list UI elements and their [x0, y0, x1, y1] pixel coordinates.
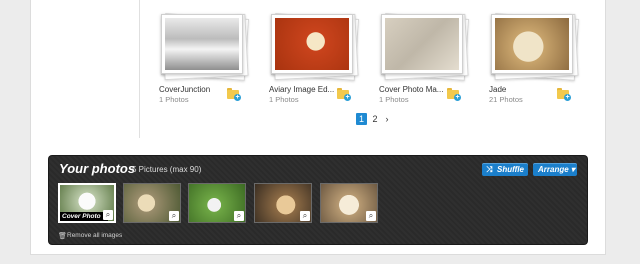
- photo-thumbnail[interactable]: ⌕: [188, 183, 246, 223]
- album-card[interactable]: Jade 21 Photos +: [489, 0, 595, 110]
- album-photo: [275, 18, 349, 70]
- shuffle-label: Shuffle: [497, 165, 524, 174]
- magnify-icon[interactable]: ⌕: [103, 210, 113, 220]
- album-count: 1 Photos: [159, 95, 189, 104]
- album-count: 21 Photos: [489, 95, 523, 104]
- add-to-folder-icon[interactable]: +: [227, 88, 241, 101]
- photo-thumbnail[interactable]: ⌕: [123, 183, 181, 223]
- picture-count: 5 Pictures (max 90): [132, 165, 202, 174]
- album-thumbnail[interactable]: [379, 12, 470, 81]
- page-1-button[interactable]: 1: [356, 113, 367, 125]
- album-name[interactable]: Jade: [489, 85, 506, 94]
- album-thumbnail[interactable]: [159, 12, 250, 81]
- your-photos-panel: Your photos 5 Pictures (max 90) ⤨ Shuffl…: [48, 155, 588, 245]
- album-photo: [165, 18, 239, 70]
- magnify-icon[interactable]: ⌕: [234, 211, 244, 221]
- trash-icon: 🗑: [58, 233, 67, 240]
- photo-thumbnail[interactable]: ⌕: [320, 183, 378, 223]
- add-to-folder-icon[interactable]: +: [447, 88, 461, 101]
- album-count: 1 Photos: [269, 95, 299, 104]
- album-card[interactable]: CoverJunction 1 Photos +: [159, 0, 265, 110]
- add-to-folder-icon[interactable]: +: [337, 88, 351, 101]
- arrange-label: Arrange ▾: [538, 165, 575, 174]
- album-thumbnail[interactable]: [269, 12, 360, 81]
- album-thumbnail[interactable]: [489, 12, 580, 81]
- shuffle-icon: ⤨: [486, 165, 493, 174]
- album-photo: [385, 18, 459, 70]
- cover-photo-label: Cover Photo: [60, 212, 108, 221]
- album-name[interactable]: Cover Photo Ma...: [379, 85, 443, 94]
- album-photo: [495, 18, 569, 70]
- selected-photos-strip: Cover Photo ⌕ ⌕ ⌕ ⌕ ⌕: [58, 183, 388, 223]
- album-name[interactable]: Aviary Image Ed...: [269, 85, 334, 94]
- magnify-icon[interactable]: ⌕: [366, 211, 376, 221]
- shuffle-button[interactable]: ⤨ Shuffle: [482, 163, 528, 176]
- add-to-folder-icon[interactable]: +: [557, 88, 571, 101]
- magnify-icon[interactable]: ⌕: [300, 211, 310, 221]
- album-card[interactable]: Aviary Image Ed... 1 Photos +: [269, 0, 375, 110]
- photo-thumbnail[interactable]: Cover Photo ⌕: [58, 183, 116, 223]
- next-page-icon[interactable]: ›: [383, 113, 391, 125]
- remove-all-label: Remove all images: [67, 232, 123, 239]
- magnify-icon[interactable]: ⌕: [169, 211, 179, 221]
- album-grid: CoverJunction 1 Photos + Aviary Image Ed…: [0, 0, 640, 110]
- photo-thumbnail[interactable]: ⌕: [254, 183, 312, 223]
- album-count: 1 Photos: [379, 95, 409, 104]
- arrange-button[interactable]: Arrange ▾: [533, 163, 577, 176]
- album-name[interactable]: CoverJunction: [159, 85, 210, 94]
- album-card[interactable]: Cover Photo Ma... 1 Photos +: [379, 0, 485, 110]
- page-2-link[interactable]: 2: [371, 113, 379, 125]
- your-photos-title: Your photos: [59, 161, 136, 176]
